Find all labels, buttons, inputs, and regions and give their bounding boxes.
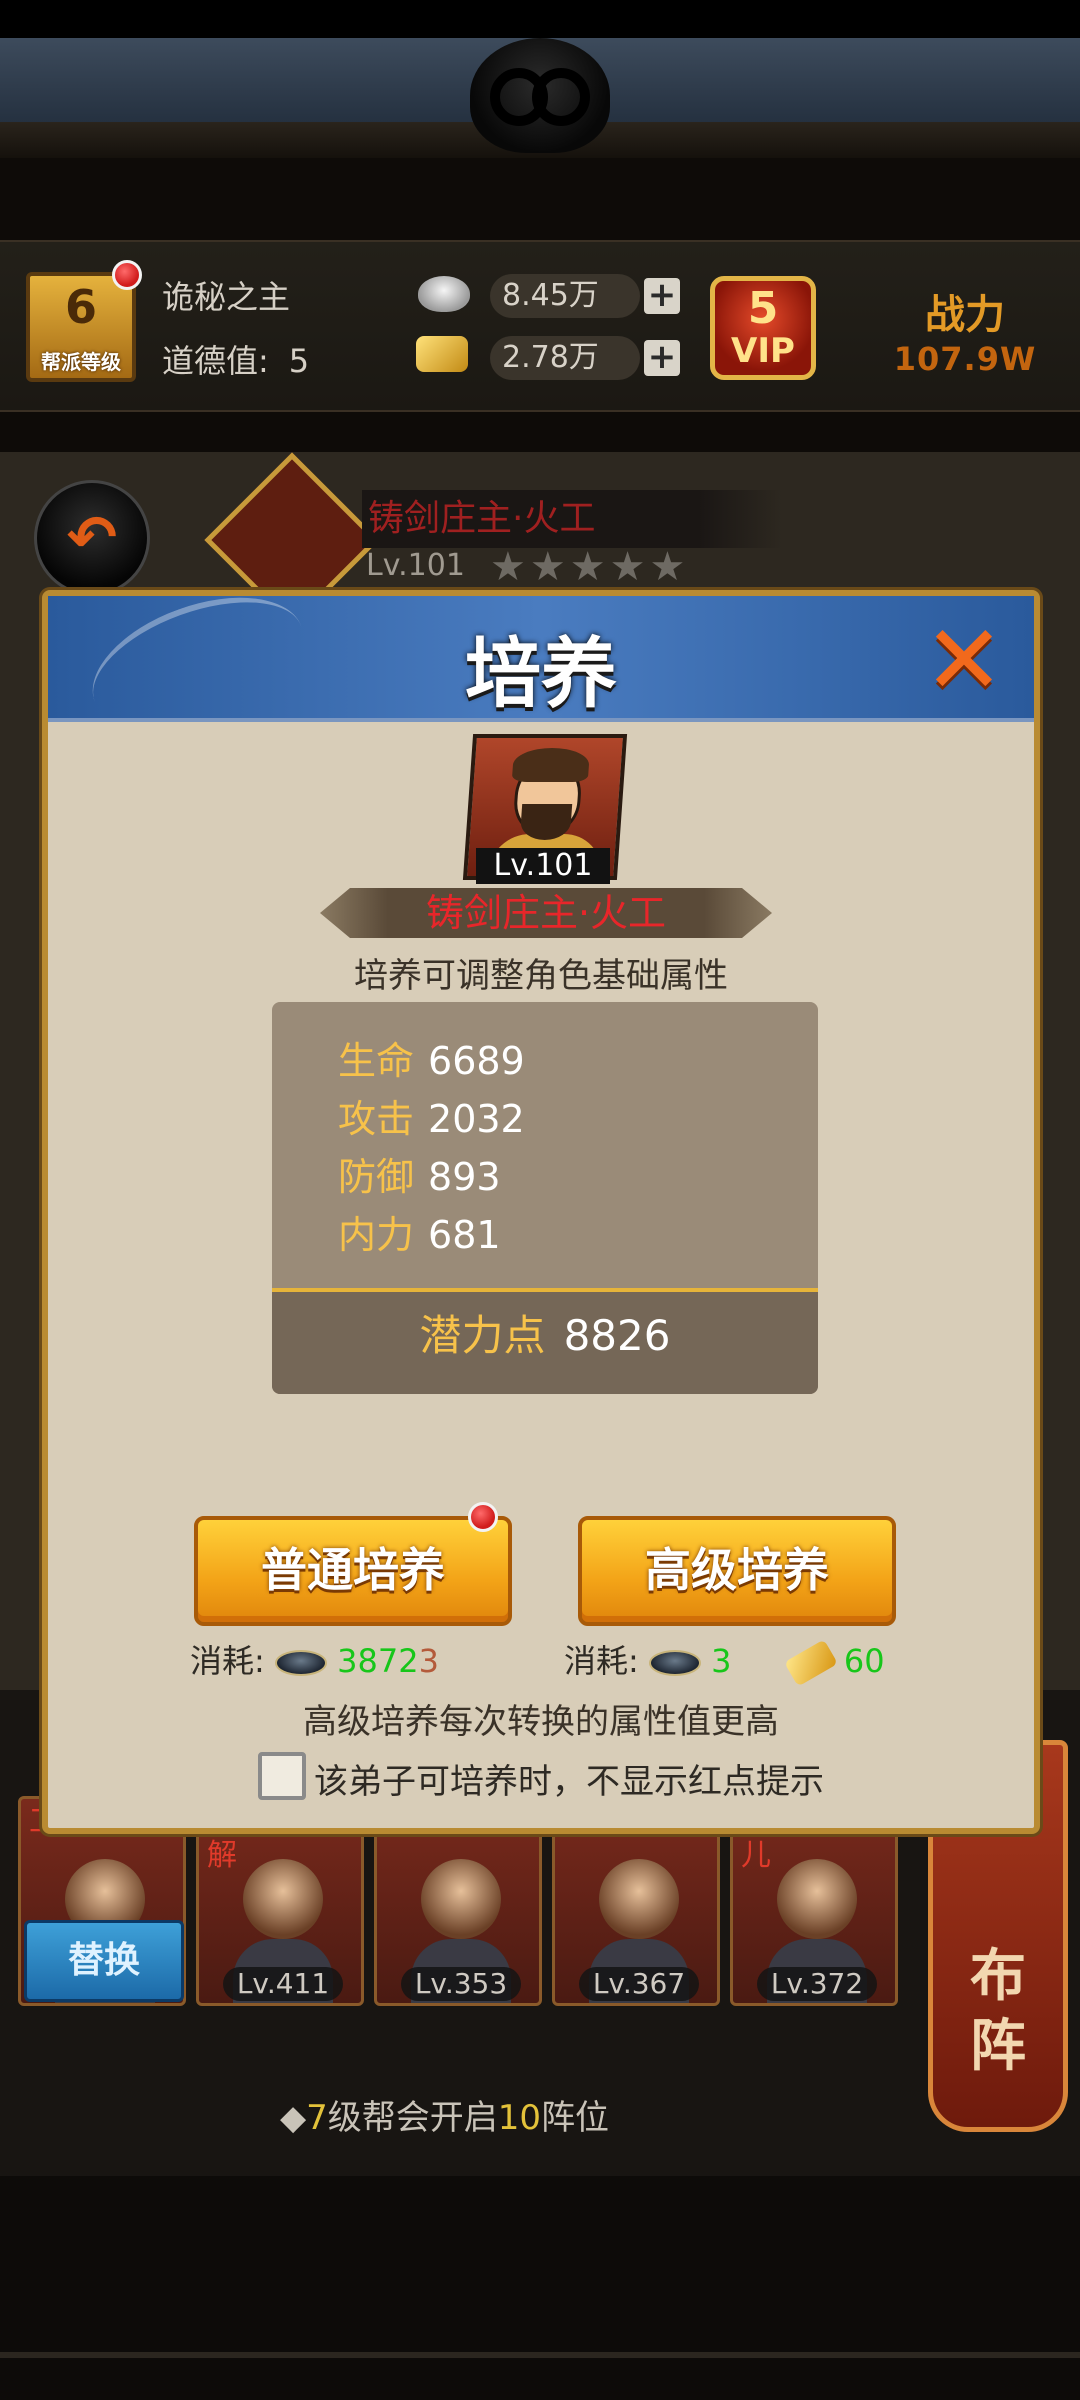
gold-amount: 2.78万 xyxy=(490,336,640,380)
status-bar xyxy=(0,0,1080,38)
potential-label: 潜力点 xyxy=(419,1311,546,1360)
hero-level: Lv.101 xyxy=(476,848,610,884)
bottom-area xyxy=(0,2176,1080,2400)
stat-row-defense: 防御 893 xyxy=(338,1146,501,1201)
potential-points: 潜力点 8826 xyxy=(272,1302,818,1363)
team-hero-level: Lv.372 xyxy=(757,1967,877,2001)
guild-level-label: 帮派等级 xyxy=(41,350,121,374)
background-hero-level: Lv.101 xyxy=(366,548,465,583)
formation-label-2: 阵 xyxy=(970,2013,1026,2079)
normal-cost-stone-c: 3 xyxy=(418,1642,439,1680)
vip-level: 5 xyxy=(747,283,779,334)
dialog-title: 培养 xyxy=(465,629,617,718)
dialog-subtitle: 培养可调整角色基础属性 xyxy=(354,956,728,996)
background-hero-stars: ★★★★★ xyxy=(490,544,690,590)
stats-divider xyxy=(272,1288,818,1292)
replace-button[interactable]: 替换 xyxy=(24,1920,184,2002)
background-hero-name: 铸剑庄主·火工 xyxy=(362,490,782,548)
tip-text: 级帮会开启 xyxy=(327,2098,498,2138)
team-hero-level: Lv.353 xyxy=(401,1967,521,2001)
vip-label: VIP xyxy=(731,331,795,371)
gold-icon xyxy=(416,336,468,372)
cost-label: 消耗: xyxy=(564,1642,639,1680)
formation-unlock-tip: ◆7级帮会开启10阵位 xyxy=(280,2090,609,2139)
cultivate-dialog: 培养 ✕ Lv.101 铸剑庄主·火工 培养可调整角色基础属性 生命 6689 攻… xyxy=(42,590,1040,1834)
normal-cultivate-button[interactable]: 普通培养 xyxy=(194,1516,512,1626)
cultivation-stone-icon xyxy=(648,1650,701,1676)
normal-cost: 消耗: 38723 xyxy=(190,1636,439,1682)
stat-row-hp: 生命 6689 xyxy=(338,1030,525,1085)
silver-amount: 8.45万 xyxy=(490,274,640,318)
tip-bullet: ◆ xyxy=(280,2098,307,2138)
normal-cultivate-red-dot xyxy=(468,1502,498,1532)
hero-avatar xyxy=(233,1859,333,2003)
advanced-cost: 消耗: 3 60 xyxy=(564,1636,885,1687)
team-hero-level: Lv.411 xyxy=(223,1967,343,2001)
stat-value: 893 xyxy=(428,1155,501,1199)
player-name: 诡秘之主 xyxy=(162,278,291,316)
add-gold-button[interactable]: + xyxy=(644,340,680,376)
guild-level-value: 6 xyxy=(64,280,97,334)
hide-red-dot-checkbox[interactable] xyxy=(258,1752,306,1800)
power-value: 107.9W xyxy=(893,340,1037,378)
stat-value: 681 xyxy=(428,1213,501,1257)
stat-row-inner-power: 内力 681 xyxy=(338,1204,501,1259)
formation-label-1: 布 xyxy=(970,1943,1026,2009)
stat-label: 内力 xyxy=(338,1213,415,1257)
hero-name: 铸剑庄主·火工 xyxy=(425,891,667,935)
roof-ornament xyxy=(470,38,610,153)
hero-avatar xyxy=(589,1859,689,2003)
hero-hair xyxy=(511,748,591,782)
silver-icon xyxy=(418,276,470,312)
gold-bar-icon xyxy=(783,1639,838,1687)
stat-label: 生命 xyxy=(338,1039,415,1083)
tip-level: 7 xyxy=(306,2098,328,2138)
morality-label: 道德值: xyxy=(162,342,269,380)
morality: 道德值: 5 xyxy=(162,336,309,382)
stat-label: 攻击 xyxy=(338,1097,415,1141)
advanced-cultivate-button[interactable]: 高级培养 xyxy=(578,1516,896,1626)
potential-value: 8826 xyxy=(563,1311,671,1360)
hero-avatar xyxy=(767,1859,867,2003)
add-silver-button[interactable]: + xyxy=(644,278,680,314)
close-icon[interactable]: ✕ xyxy=(910,610,1018,710)
cultivation-stone-icon xyxy=(274,1650,327,1676)
advanced-cost-stone: 3 xyxy=(711,1642,732,1680)
hero-avatar xyxy=(411,1859,511,2003)
hide-red-dot-label[interactable]: 该弟子可培养时，不显示红点提示 xyxy=(314,1754,824,1803)
normal-cost-stone-b: 2 xyxy=(398,1642,419,1680)
advanced-cost-gold: 60 xyxy=(843,1642,885,1680)
tip-count: 10 xyxy=(497,2098,542,2138)
back-button[interactable]: ↶ xyxy=(34,480,150,596)
stat-label: 防御 xyxy=(338,1155,415,1199)
advanced-note: 高级培养每次转换的属性值更高 xyxy=(303,1702,779,1742)
normal-cost-stone-a: 387 xyxy=(337,1642,399,1680)
stat-value: 6689 xyxy=(428,1039,525,1083)
tip-suffix: 阵位 xyxy=(541,2098,610,2138)
stat-value: 2032 xyxy=(428,1097,525,1141)
team-hero-level: Lv.367 xyxy=(579,1967,699,2001)
cost-label: 消耗: xyxy=(190,1642,265,1680)
guild-red-dot xyxy=(112,260,142,290)
stats-panel: 生命 6689 攻击 2032 防御 893 内力 681 潜力点 8826 xyxy=(272,1002,818,1394)
nav-gesture-line xyxy=(0,2352,1080,2358)
morality-value: 5 xyxy=(288,342,310,380)
stat-row-attack: 攻击 2032 xyxy=(338,1088,525,1143)
power-label: 战力 xyxy=(925,292,1005,338)
vip-badge[interactable]: 5 VIP xyxy=(710,276,816,380)
dialog-header: 培养 ✕ xyxy=(48,596,1034,722)
